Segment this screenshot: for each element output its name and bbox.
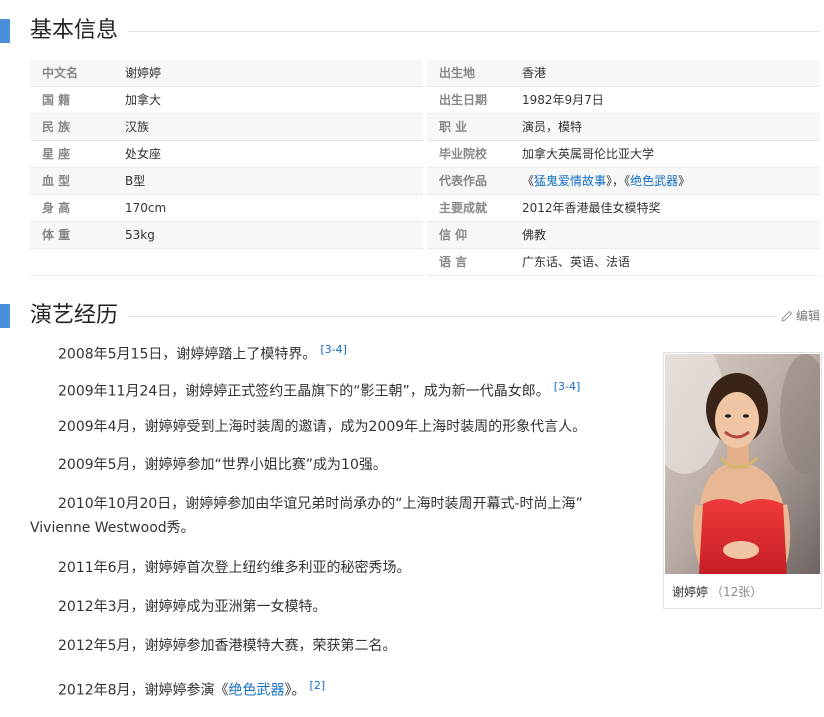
section-title-basic-info: 基本信息 <box>30 18 119 43</box>
info-row: 星 座 处女座 <box>30 141 423 168</box>
info-row: 民 族 汉族 <box>30 114 423 141</box>
citation-link[interactable]: [3-4] <box>554 380 581 393</box>
work-link[interactable]: 绝色武器 <box>229 683 285 699</box>
work-link[interactable]: 绝色武器 <box>630 174 678 188</box>
info-label: 主要成就 <box>439 201 488 215</box>
career-paragraph: 2011年6月，谢婷婷首次登上纽约维多利亚的秘密秀场。 <box>58 560 411 576</box>
info-value: 广东话、英语、法语 <box>522 255 631 269</box>
info-value: 1982年9月7日 <box>522 93 604 107</box>
info-label: 毕业院校 <box>439 147 488 161</box>
info-label: 职 业 <box>439 120 468 134</box>
info-value: 处女座 <box>125 147 162 161</box>
basic-info-header: 基本信息 <box>0 17 824 47</box>
info-value: 谢婷婷 <box>125 66 162 80</box>
info-value: 《猛鬼爱情故事》，《绝色武器》 <box>522 174 691 188</box>
info-row: 信 仰 佛教 <box>427 222 820 249</box>
career-paragraph: 2010年10月20日，谢婷婷参加由华谊兄弟时尚承办的“上海时装周开幕式-时尚上… <box>30 496 583 536</box>
info-value: B型 <box>125 174 146 188</box>
career-header: 演艺经历 编辑 <box>0 302 824 332</box>
career-paragraph: 2009年11月24日，谢婷婷正式签约王晶旗下的“影王朝”，成为新一代晶女郎。[… <box>58 380 581 400</box>
info-value: 170cm <box>125 201 167 215</box>
pencil-icon <box>781 310 793 322</box>
info-value: 53kg <box>125 228 155 242</box>
info-row: 主要成就 2012年香港最佳女模特奖 <box>427 195 820 222</box>
career-paragraph: 2012年8月，谢婷婷参演《绝色武器》。 [2] <box>58 679 326 699</box>
portrait-photo[interactable] <box>665 354 820 574</box>
career-paragraph: 2009年5月，谢婷婷参加“世界小姐比赛”成为10强。 <box>58 457 387 473</box>
info-value: 加拿大英属哥伦比亚大学 <box>522 147 655 161</box>
section-divider <box>128 316 820 317</box>
work-link[interactable]: 猛鬼爱情故事 <box>534 174 606 188</box>
edit-label: 编辑 <box>795 309 820 323</box>
info-value: 汉族 <box>125 120 150 134</box>
info-value: 2012年香港最佳女模特奖 <box>522 201 661 215</box>
info-value: 演员，模特 <box>522 120 583 134</box>
citation-link[interactable]: [2] <box>310 679 326 692</box>
section-accent-bar <box>0 19 10 43</box>
info-row: 体 重 53kg <box>30 222 423 249</box>
section-divider <box>128 31 820 32</box>
info-row: 职 业 演员，模特 <box>427 114 820 141</box>
info-value: 佛教 <box>522 228 547 242</box>
edit-button[interactable]: 编辑 <box>776 308 820 324</box>
info-row: 中文名 谢婷婷 <box>30 60 423 87</box>
info-label: 民 族 <box>42 120 71 134</box>
career-paragraph: 2012年3月，谢婷婷成为亚洲第一女模特。 <box>58 599 327 615</box>
photo-count: （12张） <box>711 585 763 599</box>
citation-link[interactable]: [3-4] <box>320 343 347 356</box>
info-label: 血 型 <box>42 174 71 188</box>
info-column-left: 中文名 谢婷婷国 籍 加拿大民 族 汉族星 座 处女座血 型 B型身 高 170cm 体 重 5… <box>30 60 423 276</box>
info-row: 出生地 香港 <box>427 60 820 87</box>
career-paragraph: 2009年4月，谢婷婷受到上海时装周的邀请，成为2009年上海时装周的形象代言人… <box>58 419 587 435</box>
info-row <box>30 249 423 276</box>
section-accent-bar <box>0 304 10 328</box>
info-label: 国 籍 <box>42 93 71 107</box>
info-label: 中文名 <box>42 66 79 80</box>
info-column-right: 出生地 香港出生日期 1982年9月7日职 业 演员，模特毕业院校 加拿大英属哥伦比亚大… <box>427 60 820 276</box>
info-row: 语 言 广东话、英语、法语 <box>427 249 820 276</box>
photo-card[interactable]: 谢婷婷 （12张） <box>663 352 822 609</box>
info-label: 出生日期 <box>439 93 488 107</box>
info-row: 出生日期 1982年9月7日 <box>427 87 820 114</box>
info-label: 体 重 <box>42 228 71 242</box>
info-label: 代表作品 <box>439 174 488 188</box>
info-value: 香港 <box>522 66 547 80</box>
career-paragraph: 2012年5月，谢婷婷参加香港模特大赛，荣获第二名。 <box>58 638 397 654</box>
info-row: 代表作品 《猛鬼爱情故事》，《绝色武器》 <box>427 168 820 195</box>
info-row: 血 型 B型 <box>30 168 423 195</box>
portrait-image <box>665 354 820 574</box>
info-label: 星 座 <box>42 147 71 161</box>
section-title-career: 演艺经历 <box>30 303 119 328</box>
info-label: 语 言 <box>439 255 468 269</box>
info-label: 信 仰 <box>439 228 468 242</box>
info-value: 加拿大 <box>125 93 162 107</box>
photo-caption[interactable]: 谢婷婷 （12张） <box>672 583 762 600</box>
info-row: 国 籍 加拿大 <box>30 87 423 114</box>
info-label: 身 高 <box>42 201 71 215</box>
info-row: 毕业院校 加拿大英属哥伦比亚大学 <box>427 141 820 168</box>
photo-caption-name: 谢婷婷 <box>672 585 709 599</box>
info-row: 身 高 170cm <box>30 195 423 222</box>
info-label: 出生地 <box>439 66 476 80</box>
career-paragraph: 2008年5月15日，谢婷婷踏上了模特界。 [3-4] <box>58 343 347 363</box>
